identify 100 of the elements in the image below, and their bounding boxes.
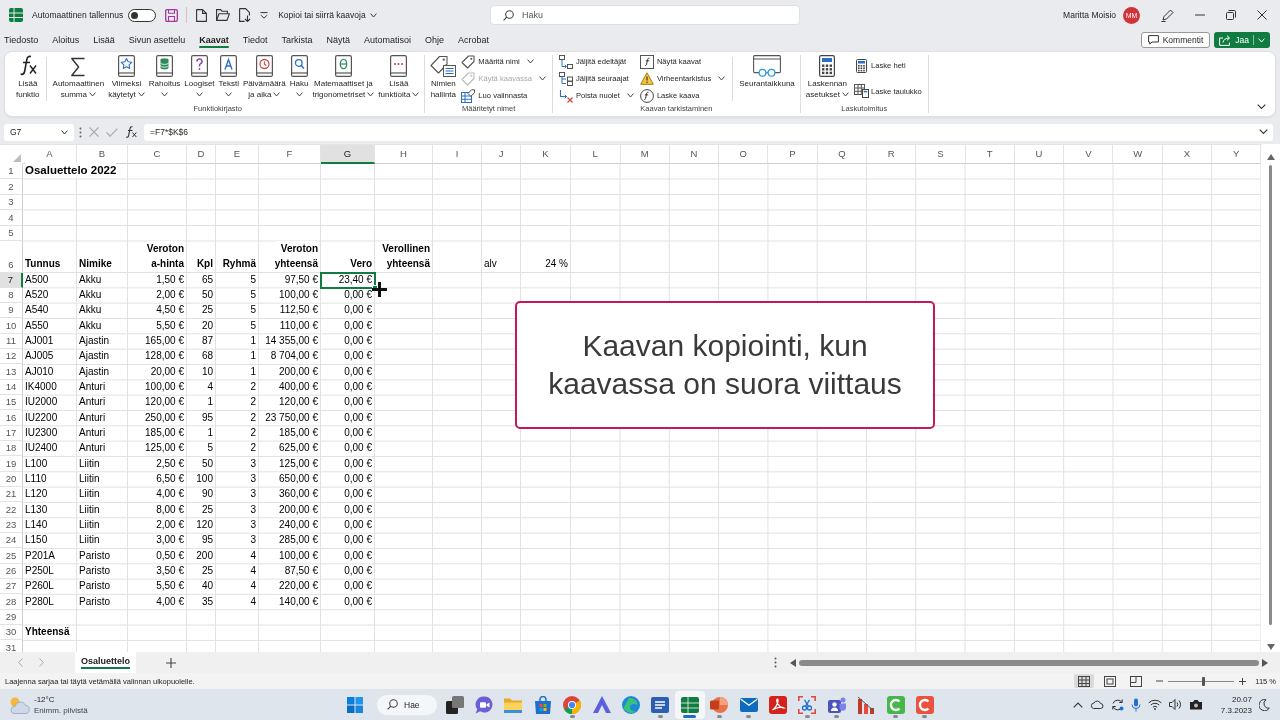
cloud-icon[interactable] bbox=[1089, 700, 1104, 709]
file-arrow-icon[interactable] bbox=[239, 8, 252, 22]
weather-button[interactable]: -12°C Enimm. pilvistä bbox=[8, 693, 88, 716]
sheet-tab[interactable]: Osaluettelo bbox=[75, 652, 136, 673]
ribbon-button[interactable]: Nimien hallinta bbox=[428, 55, 459, 100]
column-header[interactable]: M bbox=[620, 145, 670, 164]
menu-tab[interactable]: Tarkista bbox=[274, 30, 320, 50]
row-header[interactable]: 19 bbox=[0, 456, 23, 472]
column-header[interactable]: Q bbox=[817, 145, 867, 164]
restore-icon[interactable] bbox=[1226, 10, 1236, 20]
column-header[interactable]: W bbox=[1113, 145, 1163, 164]
moon-icon[interactable] bbox=[1259, 698, 1270, 711]
new-file-icon[interactable] bbox=[196, 8, 208, 22]
camera-icon[interactable] bbox=[1188, 699, 1203, 710]
menu-tab[interactable]: Kaavat bbox=[192, 30, 236, 50]
row-header[interactable]: 27 bbox=[0, 579, 23, 595]
scroll-left-arrow[interactable] bbox=[790, 658, 796, 667]
row-header[interactable]: 18 bbox=[0, 441, 23, 457]
column-header[interactable]: O bbox=[719, 145, 769, 164]
menu-tab[interactable]: Sivun asettelu bbox=[121, 30, 193, 50]
search-field[interactable]: Haku bbox=[490, 5, 800, 25]
taskbar-search[interactable]: Hae bbox=[376, 693, 438, 716]
row-header[interactable]: 22 bbox=[0, 502, 23, 518]
name-box[interactable]: G7 bbox=[4, 123, 74, 141]
row-header[interactable]: 25 bbox=[0, 548, 23, 564]
close-icon[interactable] bbox=[1257, 10, 1267, 20]
start-icon[interactable] bbox=[347, 696, 363, 713]
row-header[interactable]: 1 bbox=[0, 163, 23, 179]
scroll-down-arrow[interactable] bbox=[1266, 644, 1275, 650]
row-header[interactable]: 4 bbox=[0, 210, 23, 226]
column-header[interactable]: K bbox=[521, 145, 571, 164]
column-header[interactable]: G bbox=[321, 145, 375, 164]
wifi-icon[interactable] bbox=[1147, 699, 1162, 710]
microphone-icon[interactable] bbox=[1130, 697, 1141, 712]
scroll-right-arrow[interactable] bbox=[1262, 658, 1268, 667]
column-header[interactable]: C bbox=[128, 145, 187, 164]
row-header[interactable]: 30 bbox=[0, 625, 23, 641]
column-header[interactable]: N bbox=[669, 145, 720, 164]
document-title[interactable]: Kopioi tai siirrä kaavoja bbox=[278, 10, 377, 20]
vertical-scrollbar-thumb[interactable] bbox=[1269, 165, 1273, 625]
zoom-in-icon[interactable] bbox=[1239, 677, 1247, 685]
chevron-up-icon[interactable] bbox=[1072, 701, 1083, 708]
menu-tab[interactable]: Lisää bbox=[86, 30, 122, 50]
ribbon-button[interactable]: Päivämäärä ja aika bbox=[241, 55, 288, 100]
expand-icon[interactable] bbox=[1259, 129, 1268, 135]
column-header[interactable]: V bbox=[1064, 145, 1114, 164]
insert-function-icon[interactable] bbox=[125, 126, 137, 138]
column-header[interactable]: F bbox=[259, 145, 321, 164]
menu-tab[interactable]: Ohje bbox=[418, 30, 452, 50]
ribbon-button[interactable]: Seurantaikkuna bbox=[737, 55, 797, 89]
column-header[interactable]: X bbox=[1162, 145, 1213, 164]
speaker-icon[interactable] bbox=[1168, 699, 1182, 710]
ribbon-button[interactable]: Loogiset bbox=[182, 55, 217, 100]
column-header[interactable]: I bbox=[433, 145, 482, 164]
ribbon-button[interactable]: Lisää funktioita bbox=[376, 55, 422, 100]
sync-icon[interactable] bbox=[1110, 698, 1124, 711]
row-header[interactable]: 6 bbox=[0, 241, 23, 273]
column-header[interactable]: P bbox=[768, 145, 818, 164]
comments-button[interactable]: Kommentit bbox=[1140, 32, 1211, 48]
menu-tab[interactable]: Tiedosto bbox=[0, 30, 46, 50]
autosave-toggle[interactable] bbox=[128, 8, 157, 22]
menu-tab[interactable]: Aloitus bbox=[45, 30, 87, 50]
column-header[interactable]: J bbox=[482, 145, 521, 164]
column-header[interactable]: T bbox=[965, 145, 1015, 164]
row-header[interactable]: 9 bbox=[0, 303, 23, 319]
column-header[interactable]: S bbox=[916, 145, 966, 164]
ribbon-button[interactable]: Matemaattiset ja trigonometriset bbox=[310, 55, 377, 100]
splitter-icon[interactable] bbox=[774, 657, 777, 668]
ribbon-button[interactable]: Laskennan asetukset bbox=[803, 55, 852, 100]
column-header[interactable]: A bbox=[23, 145, 77, 164]
formula-field[interactable]: =F7*$K$6 bbox=[144, 123, 1273, 141]
add-sheet-icon[interactable] bbox=[166, 657, 176, 668]
column-header[interactable]: L bbox=[571, 145, 621, 164]
row-header[interactable]: 16 bbox=[0, 410, 23, 426]
view-button[interactable] bbox=[1074, 674, 1095, 688]
collapse-ribbon-icon[interactable] bbox=[1257, 104, 1266, 110]
menu-tab[interactable]: Näytä bbox=[319, 30, 357, 50]
menu-tab[interactable]: Automatisoi bbox=[357, 30, 419, 50]
row-header[interactable]: 15 bbox=[0, 395, 23, 411]
row-header[interactable]: 2 bbox=[0, 179, 23, 195]
zoom-slider-thumb[interactable] bbox=[1201, 676, 1205, 686]
column-header[interactable]: R bbox=[867, 145, 917, 164]
ribbon-button[interactable]: Rahoitus bbox=[146, 55, 183, 100]
row-header[interactable]: 13 bbox=[0, 364, 23, 380]
ribbon-button[interactable]: Automaattinen summa bbox=[50, 55, 107, 100]
open-folder-icon[interactable] bbox=[216, 9, 231, 21]
scroll-up-arrow[interactable] bbox=[1266, 154, 1275, 160]
pen-icon[interactable] bbox=[1161, 8, 1174, 22]
horizontal-scrollbar-thumb[interactable] bbox=[799, 659, 1259, 666]
row-header[interactable]: 21 bbox=[0, 487, 23, 503]
save-icon[interactable] bbox=[165, 8, 179, 22]
column-header[interactable]: U bbox=[1014, 145, 1065, 164]
row-header[interactable]: 12 bbox=[0, 349, 23, 365]
row-header[interactable]: 10 bbox=[0, 318, 23, 334]
row-header[interactable]: 24 bbox=[0, 533, 23, 549]
menu-tab[interactable]: Acrobat bbox=[451, 30, 497, 50]
column-header[interactable]: H bbox=[375, 145, 433, 164]
share-button[interactable]: Jaa bbox=[1214, 32, 1270, 48]
clock-button[interactable]: 20.07 7.3.2023 bbox=[1220, 693, 1252, 716]
menu-tab[interactable]: Tiedot bbox=[235, 30, 275, 50]
